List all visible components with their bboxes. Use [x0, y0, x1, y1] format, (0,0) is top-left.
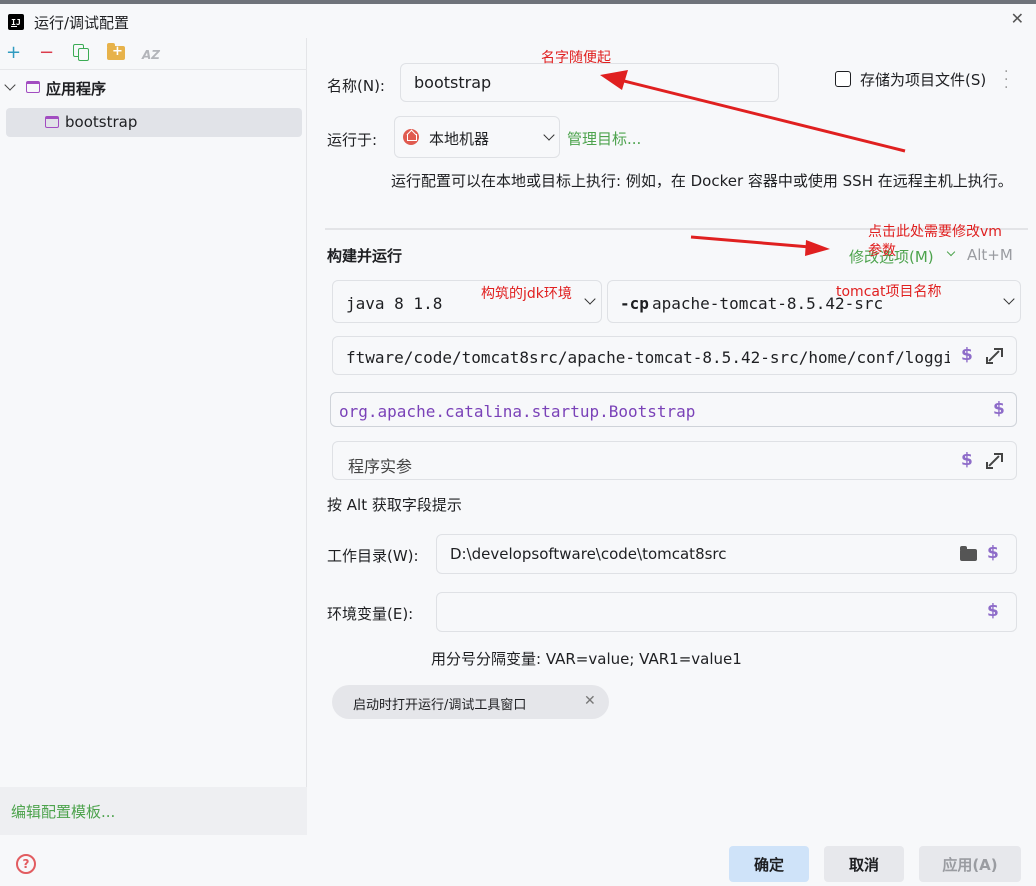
chip-label: 启动时打开运行/调试工具窗口	[353, 698, 527, 713]
name-label: 名称(N):	[327, 77, 385, 95]
vm-options-value: ftware/code/tomcat8src/apache-tomcat-8.5…	[346, 348, 950, 367]
chevron-down-icon	[543, 129, 555, 141]
home-icon	[403, 129, 419, 145]
build-run-title: 构建并运行	[327, 247, 403, 265]
classpath-select[interactable]: -cp apache-tomcat-8.5.42-src	[607, 280, 1021, 323]
name-value: bootstrap	[414, 73, 492, 92]
ok-button[interactable]: 确定	[729, 846, 809, 882]
store-project-file-label[interactable]: 存储为项目文件(S)	[860, 69, 986, 90]
copy-icon[interactable]	[73, 44, 91, 62]
run-on-label: 运行于:	[327, 131, 378, 149]
annotation-jdk: 构筑的jdk环境	[481, 286, 572, 302]
modify-options-shortcut: Alt+M	[967, 246, 1013, 264]
run-on-value: 本地机器	[429, 130, 490, 148]
tree-item-label: bootstrap	[65, 113, 138, 131]
cancel-button[interactable]: 取消	[824, 846, 904, 882]
sidebar-toolbar: + − AZ	[0, 38, 307, 70]
classpath-flag: -cp	[620, 294, 649, 313]
folder-add-icon[interactable]	[107, 43, 125, 61]
remove-icon[interactable]: −	[39, 44, 54, 62]
chevron-down-icon	[1003, 293, 1015, 305]
env-label: 环境变量(E):	[327, 605, 414, 623]
vm-options-input[interactable]: ftware/code/tomcat8src/apache-tomcat-8.5…	[332, 336, 1017, 375]
chevron-down-icon[interactable]	[4, 79, 16, 91]
workdir-input[interactable]: D:\developsoftware\code\tomcat8src $	[436, 534, 1017, 574]
chevron-down-icon	[584, 293, 596, 305]
add-icon[interactable]: +	[6, 44, 21, 62]
dialog-footer: ? 确定 取消 应用(A)	[0, 835, 1036, 886]
program-args-placeholder: 程序实参	[348, 457, 413, 476]
config-sidebar: + − AZ 应用程序 bootstrap 编辑配置模板...	[0, 38, 307, 835]
close-icon[interactable]: ✕	[584, 693, 596, 709]
program-args-input[interactable]: 程序实参 $	[332, 441, 1017, 480]
workdir-label: 工作目录(W):	[327, 547, 419, 565]
dollar-icon[interactable]: $	[987, 543, 999, 563]
close-icon[interactable]: ✕	[1011, 9, 1024, 28]
annotation-tomcat: tomcat项目名称	[836, 284, 942, 300]
env-input[interactable]: $	[436, 592, 1017, 632]
window-icon	[26, 81, 40, 93]
config-form: 名称(N): bootstrap 存储为项目文件(S) · · · 运行于: 本地机…	[308, 38, 1036, 835]
dollar-icon[interactable]: $	[961, 450, 973, 470]
main-class-value: org.apache.catalina.startup.Bootstrap	[339, 402, 696, 421]
annotation-vm-line1: 点击此处需要修改vm	[868, 224, 1002, 240]
more-options-icon[interactable]: · · ·	[1004, 65, 1008, 95]
window-title: 运行/调试配置	[34, 14, 130, 32]
open-tool-window-chip[interactable]: 启动时打开运行/调试工具窗口 ✕	[332, 685, 609, 719]
name-input[interactable]: bootstrap	[400, 63, 779, 102]
jdk-value: java 8 1.8	[346, 294, 443, 313]
sidebar-bottom: 编辑配置模板...	[0, 787, 307, 835]
apply-button[interactable]: 应用(A)	[919, 846, 1021, 882]
sort-icon[interactable]: AZ	[142, 46, 160, 64]
run-on-hint: 运行配置可以在本地或目标上执行: 例如，在 Docker 容器中或使用 SSH …	[391, 172, 1013, 190]
help-icon[interactable]: ?	[16, 854, 36, 874]
dollar-icon[interactable]: $	[961, 345, 973, 365]
window-icon	[45, 116, 59, 128]
folder-icon[interactable]	[960, 546, 977, 561]
dollar-icon[interactable]: $	[993, 399, 1005, 419]
chevron-down-icon[interactable]	[946, 247, 956, 257]
annotation-vm-line2: 参数	[868, 243, 896, 259]
expand-icon[interactable]	[986, 453, 1003, 469]
tree-group-application[interactable]: 应用程序	[0, 76, 307, 100]
title-bar: IJ 运行/调试配置 ✕	[0, 4, 1036, 38]
run-on-select[interactable]: 本地机器	[394, 116, 560, 158]
workdir-value: D:\developsoftware\code\tomcat8src	[450, 545, 727, 563]
app-icon: IJ	[8, 14, 24, 30]
manage-targets-link[interactable]: 管理目标...	[567, 128, 641, 149]
main-class-input[interactable]: org.apache.catalina.startup.Bootstrap $	[330, 392, 1017, 427]
annotation-name: 名字随便起	[541, 50, 611, 66]
edit-templates-link[interactable]: 编辑配置模板...	[11, 801, 115, 822]
alt-hint: 按 Alt 获取字段提示	[327, 496, 462, 514]
store-project-file-checkbox[interactable]	[835, 71, 851, 87]
tree-item-bootstrap[interactable]: bootstrap	[6, 108, 302, 137]
env-hint: 用分号分隔变量: VAR=value; VAR1=value1	[431, 650, 742, 668]
expand-icon[interactable]	[986, 348, 1003, 364]
tree-group-label: 应用程序	[46, 80, 107, 98]
dollar-icon[interactable]: $	[987, 601, 999, 621]
